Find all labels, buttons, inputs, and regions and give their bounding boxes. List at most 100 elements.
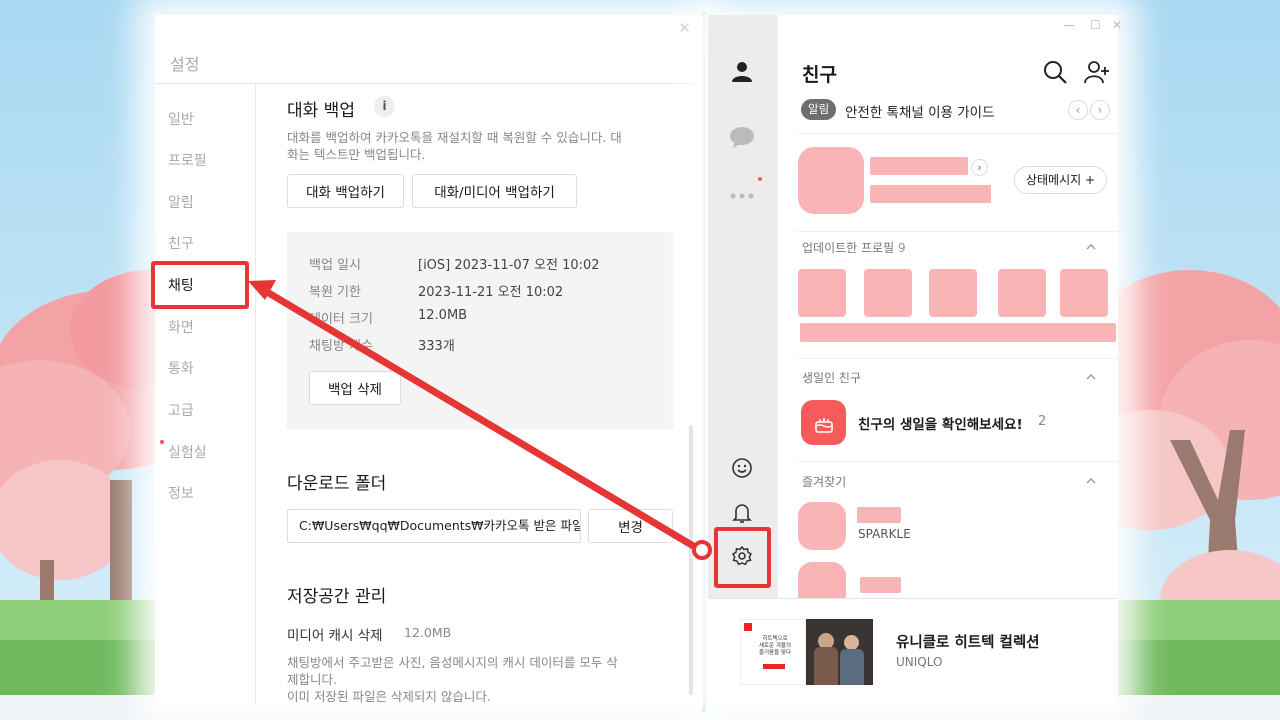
ad-brand: UNIQLO xyxy=(896,655,943,669)
backup-date-value: [iOS] 2023-11-07 오전 10:02 xyxy=(418,258,600,273)
ad-photo xyxy=(806,619,873,685)
backup-description: 화는 텍스트만 백업됩니다. xyxy=(287,147,426,162)
updated-profiles-header[interactable]: 업데이트한 프로필 9 xyxy=(802,239,906,256)
ad-banner[interactable]: 히트텍으로 새로운 겨울의 즐거움을 맞다 유니클로 히트텍 컬렉션 UNIQL… xyxy=(708,598,1118,705)
chatroom-count-label: 채팅방 개수 xyxy=(309,339,373,354)
sidebar-item-general[interactable]: 일반 xyxy=(168,109,194,129)
cache-size: 12.0MB xyxy=(404,625,452,640)
friends-window: — ☐ ✕ 친구 알림 안전한 톡채널 이용 가이드 ‹ › › 상태메시지 +… xyxy=(708,15,1122,705)
sidebar-item-display[interactable]: 화면 xyxy=(168,317,194,337)
settings-content: 대화 백업 i 대화를 백업하여 카카오톡을 재설치할 때 복원할 수 있습니다… xyxy=(287,84,703,705)
cache-delete-label[interactable]: 미디어 캐시 삭제 xyxy=(287,624,383,644)
favorites-label[interactable]: 즐겨찾기 xyxy=(802,473,846,490)
chevron-right-icon[interactable]: › xyxy=(971,159,988,176)
divider xyxy=(798,231,1118,232)
ad-cta xyxy=(763,664,785,669)
page-title: 설정 xyxy=(170,55,200,74)
storage-description: 이미 저장된 파일은 삭제되지 않습니다. xyxy=(287,689,491,704)
data-size-value: 12.0MB xyxy=(418,308,468,323)
updated-profile-avatar[interactable] xyxy=(864,269,912,317)
updated-profile-names-redacted xyxy=(800,323,1116,342)
friends-panel: — ☐ ✕ 친구 알림 안전한 톡채널 이용 가이드 ‹ › › 상태메시지 +… xyxy=(778,15,1122,610)
notice-badge: 알림 xyxy=(801,99,837,120)
sidebar-item-call[interactable]: 통화 xyxy=(168,358,194,378)
data-size-label: 데이터 크기 xyxy=(309,312,373,327)
storage-description: 제합니다. xyxy=(287,672,337,687)
sidebar-item-profile[interactable]: 프로필 xyxy=(168,150,207,170)
chevron-left-icon[interactable]: ‹ xyxy=(1068,100,1088,120)
chat-bubble-icon[interactable] xyxy=(727,123,757,153)
close-icon[interactable]: ✕ xyxy=(678,19,691,37)
ad-thumb-text: 히트텍으로 xyxy=(762,636,788,642)
divider xyxy=(798,358,1118,359)
backup-info-box: 백업 일시 [iOS] 2023-11-07 오전 10:02 복원 기한 20… xyxy=(287,232,673,429)
updated-profiles-label: 업데이트한 프로필 xyxy=(802,241,895,255)
updated-profile-avatar[interactable] xyxy=(798,269,846,317)
more-dots-icon[interactable] xyxy=(727,181,757,211)
birthday-count: 2 xyxy=(1038,414,1047,429)
close-icon[interactable]: ✕ xyxy=(1112,18,1122,32)
my-name-redacted xyxy=(870,157,968,175)
sidebar-item-friends[interactable]: 친구 xyxy=(168,233,194,253)
favorite-name-redacted xyxy=(860,577,901,593)
settings-window: ✕ 설정 일반 프로필 알림 친구 채팅 화면 통화 고급 실험실 정보 대화 … xyxy=(155,15,703,705)
delete-backup-button[interactable]: 백업 삭제 xyxy=(309,371,401,405)
download-path-field[interactable]: C:₩Users₩qq₩Documents₩카카오톡 받은 파일 xyxy=(287,509,581,543)
chevron-up-icon[interactable] xyxy=(1086,476,1096,486)
birthday-text[interactable]: 친구의 생일을 확인해보세요! xyxy=(858,413,1023,433)
minimize-icon[interactable]: — xyxy=(1063,18,1075,32)
my-avatar[interactable] xyxy=(798,147,864,214)
sidebar-item-advanced[interactable]: 고급 xyxy=(168,400,194,420)
emoji-icon[interactable] xyxy=(727,453,757,483)
backup-date-label: 백업 일시 xyxy=(309,258,361,273)
storage-description: 채팅방에서 주고받은 사진, 음성메시지의 캐시 데이터를 모두 삭 xyxy=(287,655,618,670)
scrollbar[interactable] xyxy=(689,425,693,695)
birthday-label[interactable]: 생일인 친구 xyxy=(802,369,861,386)
restore-deadline-label: 복원 기한 xyxy=(309,285,361,300)
divider xyxy=(255,84,256,705)
ad-thumb-text: 새로운 겨울의 xyxy=(758,643,792,649)
new-badge-dot xyxy=(758,177,762,181)
cake-icon xyxy=(801,400,846,445)
download-folder-title: 다운로드 폴더 xyxy=(287,474,387,494)
ad-thumbnail: 히트텍으로 새로운 겨울의 즐거움을 맞다 xyxy=(740,619,806,685)
divider xyxy=(798,461,1118,462)
info-icon[interactable]: i xyxy=(374,96,395,117)
updated-profiles-count: 9 xyxy=(897,241,906,255)
search-icon[interactable] xyxy=(1042,59,1068,85)
bell-icon[interactable] xyxy=(727,498,757,528)
sidebar-item-notifications[interactable]: 알림 xyxy=(168,192,194,212)
backup-button[interactable]: 대화 백업하기 xyxy=(287,174,404,208)
updated-profile-avatar[interactable] xyxy=(1060,269,1108,317)
sidebar-item-lab[interactable]: 실험실 xyxy=(168,442,207,462)
change-folder-button[interactable]: 변경 xyxy=(588,509,673,543)
maximize-icon[interactable]: ☐ xyxy=(1090,18,1101,32)
divider xyxy=(798,133,1118,134)
favorite-name-redacted xyxy=(857,507,901,523)
chevron-up-icon[interactable] xyxy=(1086,242,1096,252)
sidebar-item-info[interactable]: 정보 xyxy=(168,483,194,503)
backup-section-title: 대화 백업 xyxy=(287,101,355,121)
favorite-status: SPARKLE xyxy=(858,527,911,541)
person-icon[interactable] xyxy=(727,57,757,87)
highlight-chat-menu xyxy=(151,261,249,309)
add-friend-icon[interactable] xyxy=(1084,59,1110,85)
updated-profile-avatar[interactable] xyxy=(998,269,1046,317)
status-message-button[interactable]: 상태메시지 + xyxy=(1014,166,1107,194)
ad-thumb-text: 즐거움을 맞다 xyxy=(758,650,792,656)
updated-profile-avatar[interactable] xyxy=(929,269,977,317)
favorite-avatar[interactable] xyxy=(798,502,846,550)
ad-title[interactable]: 유니클로 히트텍 컬렉션 xyxy=(896,631,1040,652)
notice-text[interactable]: 안전한 톡채널 이용 가이드 xyxy=(845,101,995,121)
new-badge-dot xyxy=(160,440,164,444)
chevron-up-icon[interactable] xyxy=(1086,372,1096,382)
restore-deadline-value: 2023-11-21 오전 10:02 xyxy=(418,285,564,300)
chevron-right-icon[interactable]: › xyxy=(1090,100,1110,120)
chatroom-count-value: 333개 xyxy=(418,339,455,354)
uniqlo-logo xyxy=(744,623,752,631)
media-backup-button[interactable]: 대화/미디어 백업하기 xyxy=(412,174,577,208)
storage-title: 저장공간 관리 xyxy=(287,587,387,607)
highlight-gear xyxy=(714,527,771,588)
page-title: 친구 xyxy=(802,64,837,86)
my-status-redacted xyxy=(870,185,991,203)
